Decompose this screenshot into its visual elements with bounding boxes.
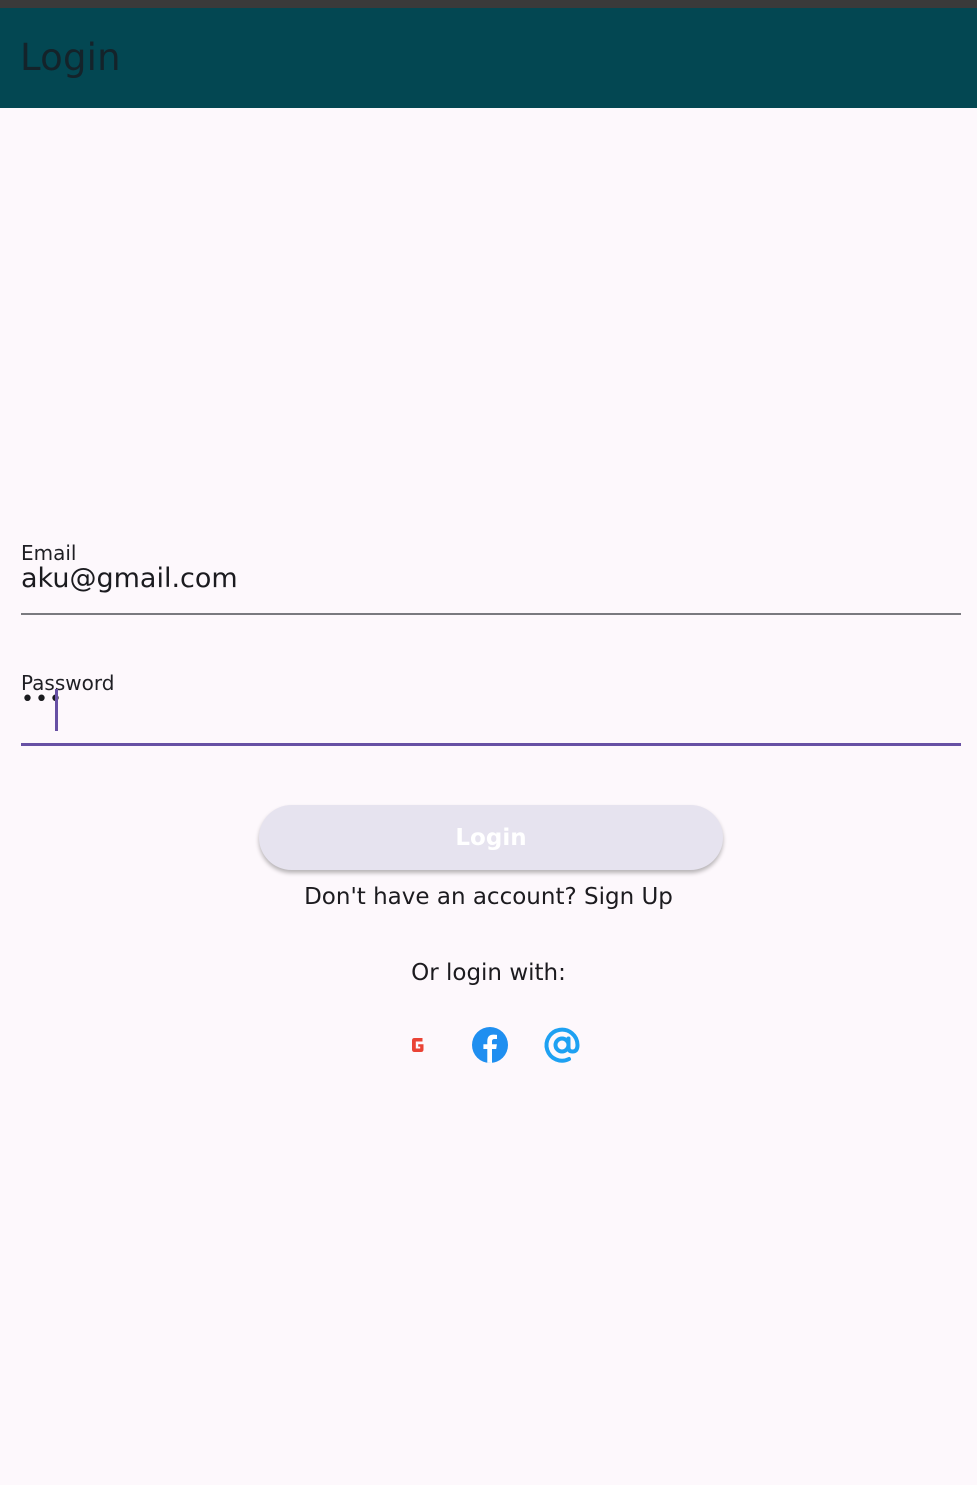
facebook-icon[interactable]: [470, 1025, 510, 1065]
password-field[interactable]: Password •••: [21, 665, 961, 749]
login-button-label: Login: [455, 824, 527, 851]
at-icon[interactable]: [542, 1025, 582, 1065]
app-bar: Login: [0, 8, 977, 108]
page-title: Login: [20, 36, 121, 79]
signup-link[interactable]: Don't have an account? Sign Up: [0, 884, 977, 910]
text-cursor: [55, 689, 58, 731]
email-field[interactable]: Email aku@gmail.com: [21, 535, 961, 617]
google-icon[interactable]: [398, 1025, 438, 1065]
email-underline: [21, 613, 961, 615]
social-login-heading: Or login with:: [411, 960, 566, 986]
email-label: Email: [21, 541, 77, 565]
password-underline: [21, 743, 961, 746]
login-button[interactable]: Login: [259, 805, 723, 870]
email-input[interactable]: aku@gmail.com: [21, 563, 238, 594]
status-bar: [0, 0, 977, 8]
